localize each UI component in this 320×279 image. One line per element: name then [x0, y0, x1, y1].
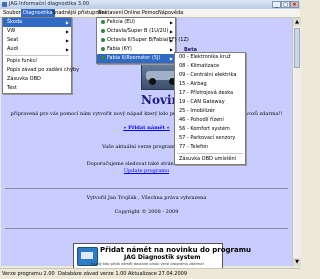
menu-online-pomoc[interactable]: Online Pomoc	[122, 9, 160, 17]
chevron-right-icon: ▶	[65, 29, 69, 34]
maximize-button[interactable]: □	[281, 1, 290, 8]
close-button[interactable]: ✕	[290, 1, 299, 8]
banner-title: Přidat námět na novinku do programu	[100, 246, 251, 254]
chevron-right-icon: ▶	[169, 29, 173, 34]
menu-separator	[5, 55, 69, 56]
window-title: JAG Informační diagnostika 3.00	[9, 1, 90, 7]
green-dot-icon	[101, 37, 105, 42]
menu-item-module-08[interactable]: 08 - Klimatizace	[175, 62, 245, 71]
menu-item-seat[interactable]: Seat ▶	[3, 36, 71, 45]
menu-item-popis-funkci[interactable]: Popis funkcí	[3, 57, 71, 66]
green-dot-icon	[101, 19, 105, 24]
menu-item-module-56[interactable]: 56 - Komfort systém	[175, 125, 245, 134]
menu-item-popis-zavad[interactable]: Popis závad po zadání chyby	[3, 66, 79, 75]
divider	[5, 188, 288, 189]
menu-item-module-17[interactable]: 17 - Přístrojová deska	[175, 89, 245, 98]
menu-item-zasuvka-obd[interactable]: Zásuvka OBD	[3, 75, 71, 84]
menu-soubor[interactable]: Soubor	[1, 9, 23, 17]
chevron-right-icon: ▶	[65, 47, 69, 52]
skoda-submenu: Felicia (EU) ▶ Octavia/Super B (1U/2U) ▶ O…	[96, 17, 189, 64]
menu-item-fabia[interactable]: Fabia (6Y) ▶	[97, 45, 175, 54]
menu-item-module-00[interactable]: 00 - Elektronika kruž	[175, 53, 245, 62]
green-dot-icon	[101, 55, 105, 60]
scroll-up-icon[interactable]: ▲	[293, 18, 301, 26]
chevron-right-icon: ▶	[65, 38, 69, 43]
chevron-right-icon: ▶	[169, 20, 173, 25]
update-link[interactable]: Update programu	[124, 168, 169, 174]
menu-item-module-25[interactable]: 25 - Imobilizér	[175, 107, 245, 116]
menu-item-obd-location[interactable]: Zásuvka OBD umístění	[175, 155, 245, 164]
menu-item-fabia-ii-roomster[interactable]: Fabia II/Roomster (5J) ▶	[97, 54, 175, 63]
banner-subtitle: JAG Diagnostik system	[124, 254, 201, 261]
menu-item-vw[interactable]: VW ▶	[3, 27, 71, 36]
green-dot-icon	[101, 28, 105, 33]
menu-nastaveni[interactable]: Nastavení	[96, 9, 125, 17]
banner-note: Každý kdo přidá námět dostane plnou verz…	[91, 262, 205, 266]
copyright-text: Copyright © 2008 - 2009	[114, 209, 179, 215]
menu-item-skoda[interactable]: Škoda ▶	[3, 18, 71, 27]
menu-item-test[interactable]: Test	[3, 84, 71, 93]
menu-napoveda[interactable]: Nápověda	[156, 9, 185, 17]
menu-item-module-77[interactable]: 77 - Telefon	[175, 143, 245, 152]
menu-item-module-19[interactable]: 19 - CAN Gateway	[175, 98, 245, 107]
chevron-right-icon: ▶	[169, 47, 173, 52]
menu-item-octavia-ii[interactable]: Octavia II/Super B/Fabia(EF) (1Z) ▶	[97, 36, 189, 45]
menu-item-audi[interactable]: Audi ▶	[3, 45, 71, 54]
chevron-right-icon: ▶	[169, 56, 173, 61]
promo-banner[interactable]: Přidat námět na novinku do programu JAG …	[73, 243, 251, 270]
menu-separator	[177, 153, 243, 154]
divider-bottom	[5, 228, 288, 229]
menu-item-octavia-super-b[interactable]: Octavia/Super B (1U/2U) ▶	[97, 27, 175, 36]
menu-item-module-57[interactable]: 57 - Parkovací senzory	[175, 134, 245, 143]
menu-item-module-46[interactable]: 46 - Pohodlí řízení	[175, 116, 245, 125]
support-text: Doporučujeme sledovat také stránky progr…	[86, 161, 207, 167]
scroll-down-icon[interactable]: ▼	[293, 258, 301, 266]
intro-text: připravená pro vás pomocí nám vytvořit n…	[10, 111, 283, 117]
diagnostika-menu: Škoda ▶ VW ▶ Seat ▶ Audi ▶ Popis funkcí Popi…	[2, 17, 79, 94]
menu-item-module-15[interactable]: 15 - Airbag	[175, 80, 245, 89]
green-dot-icon	[101, 46, 105, 51]
app-icon	[2, 2, 7, 7]
menu-item-felicia[interactable]: Felicia (EU) ▶	[97, 18, 175, 27]
status-bar: Verze programu 2.00 Databáze závad verze…	[0, 268, 300, 279]
version-info: Vaše aktuální verze programu 2.00	[102, 144, 191, 150]
scroll-thumb[interactable]	[294, 28, 300, 68]
menu-item-module-09[interactable]: 09 - Centrální elektrika	[175, 71, 245, 80]
chevron-right-icon: ▶	[169, 38, 173, 43]
vertical-scrollbar[interactable]: ▲ ▼	[292, 18, 301, 266]
chevron-right-icon: ▶	[65, 20, 69, 25]
add-idea-link[interactable]: » Přidat námět «	[123, 125, 169, 131]
author-text: Vytvořil Jan Trojšák , Všechna práva vyh…	[86, 195, 207, 201]
fabia-ii-submenu: 00 - Elektronika kruž 08 - Klimatizace 0…	[174, 52, 246, 165]
minimize-button[interactable]: _	[272, 1, 281, 8]
